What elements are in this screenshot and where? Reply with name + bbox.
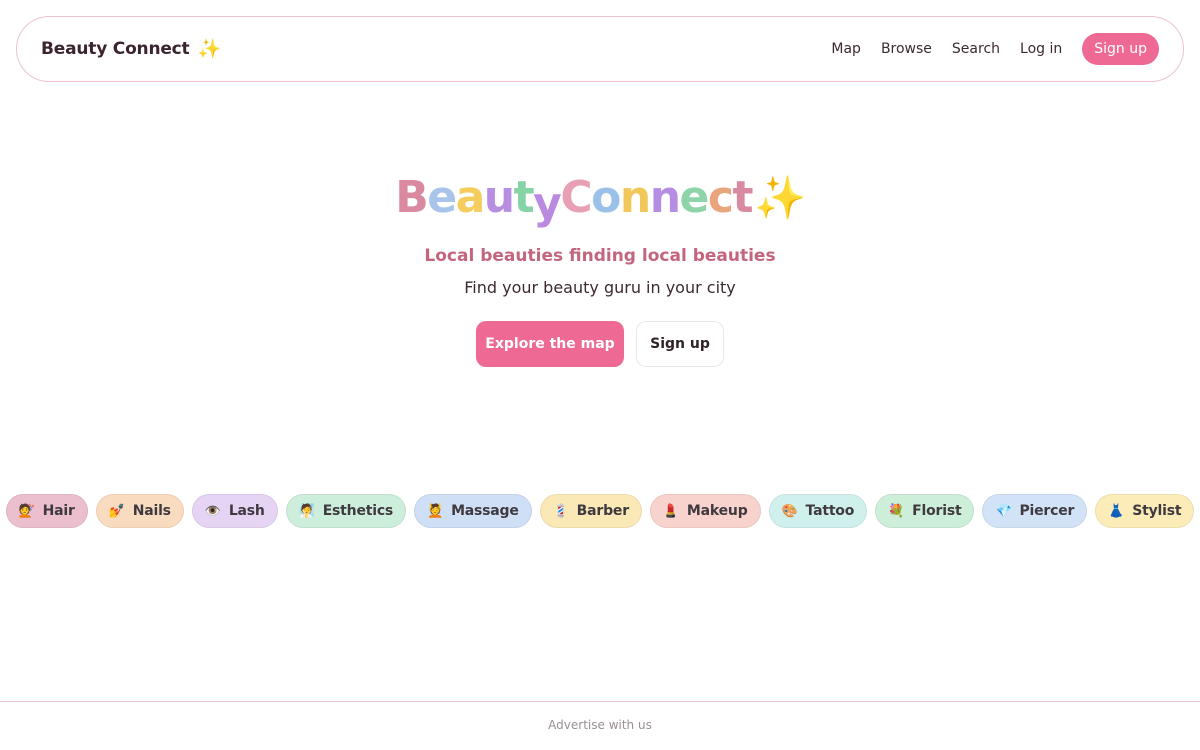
category-chip-massage[interactable]: 💆 Massage [414,494,532,528]
logo-letter: t [732,172,753,223]
category-chip-stylist[interactable]: 👗 Stylist [1095,494,1195,528]
category-chips: 💇 Hair 💅 Nails 👁️ Lash 🧖 Esthetics 💆 Massage 💈 Barb… [0,494,1200,528]
logo-letter: e [427,172,457,223]
category-chip-label: Hair [42,503,75,519]
logo-letter: B [395,172,429,223]
category-chip-hair[interactable]: 💇 Hair [5,494,88,528]
nav-link-search[interactable]: Search [952,41,1000,57]
nav-signup-button[interactable]: Sign up [1082,33,1159,65]
logo-letter: a [455,172,486,223]
category-chip-label: Tattoo [805,503,855,519]
logo-letter: C [560,172,592,223]
top-navbar: Beauty Connect ✨ Map Browse Search Log i… [16,16,1184,82]
brand-link[interactable]: Beauty Connect ✨ [41,39,221,59]
florist-icon: 💐 [888,503,905,519]
category-chip-piercer[interactable]: 💎 Piercer [982,494,1088,528]
nav-link-login[interactable]: Log in [1020,41,1062,57]
logo-letter: n [649,172,681,223]
category-chip-label: Stylist [1132,503,1182,519]
logo-letter: y [533,178,562,229]
category-chip-tattoo[interactable]: 🎨 Tattoo [768,494,868,528]
category-chip-barber[interactable]: 💈 Barber [539,494,642,528]
category-chip-esthetics[interactable]: 🧖 Esthetics [285,494,407,528]
tattoo-icon: 🎨 [781,503,798,519]
massage-icon: 💆 [427,503,444,519]
makeup-icon: 💄 [662,503,679,519]
category-chip-lash[interactable]: 👁️ Lash [191,494,278,528]
category-chip-label: Nails [132,503,171,519]
sparkle-icon: ✨ [197,37,222,60]
category-chip-label: Makeup [686,503,748,519]
footer: Advertise with us [0,701,1200,750]
hero-tagline: Local beauties finding local beauties [424,246,776,266]
category-chip-label: Esthetics [322,503,394,519]
stylist-icon: 👗 [1108,503,1125,519]
nav-link-browse[interactable]: Browse [881,41,932,57]
logo-letter: c [707,172,734,223]
piercer-icon: 💎 [995,503,1012,519]
logo-letter: o [591,172,621,223]
logo-letter: t [513,172,535,223]
esthetics-icon: 🧖 [298,503,315,519]
category-chip-label: Barber [576,503,629,519]
nav-link-map[interactable]: Map [831,41,861,57]
logo-letter: e [679,172,710,223]
category-chip-label: Piercer [1019,503,1075,519]
hero-logo: Be a u t y Co n n e c t ✨ [395,168,806,229]
hero-signup-button[interactable]: Sign up [636,321,724,367]
explore-map-button[interactable]: Explore the map [476,321,624,367]
nav-links: Map Browse Search Log in Sign up [811,33,1159,65]
category-chip-label: Florist [912,503,962,519]
logo-letter: n [619,172,651,223]
sparkle-icon: ✨ [754,173,806,222]
barber-icon: 💈 [552,503,569,519]
advertise-link[interactable]: Advertise with us [548,718,652,732]
hero-section: Be a u t y Co n n e c t ✨ Local beauties finding lo… [0,168,1200,367]
brand-name: Beauty Connect [41,39,190,59]
category-chip-label: Massage [451,503,519,519]
nails-icon: 💅 [108,503,125,519]
category-chip-nails[interactable]: 💅 Nails [95,494,184,528]
hair-icon: 💇 [18,503,35,519]
hero-subtitle: Find your beauty guru in your city [464,278,736,297]
lash-icon: 👁️ [204,503,221,519]
category-chip-makeup[interactable]: 💄 Makeup [649,494,761,528]
logo-letter: u [483,172,515,223]
category-chip-florist[interactable]: 💐 Florist [875,494,975,528]
category-chip-label: Lash [228,503,265,519]
cta-row: Explore the map Sign up [0,321,1200,367]
